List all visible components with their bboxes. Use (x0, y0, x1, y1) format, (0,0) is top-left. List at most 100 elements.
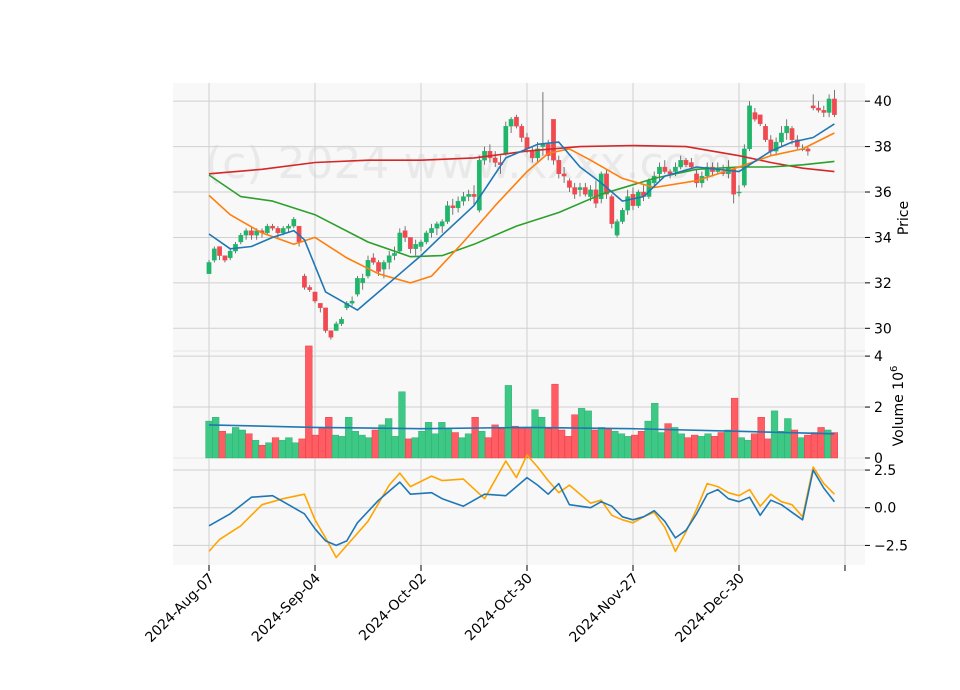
volume-bar (744, 439, 752, 459)
candle-body (503, 126, 509, 154)
volume-bar (258, 445, 266, 459)
volume-bar (351, 431, 359, 459)
candle-body (413, 244, 419, 249)
osc-y-tick-label: 2.5 (874, 463, 896, 479)
candle-body (286, 225, 291, 229)
candle-body (381, 262, 387, 270)
volume-axis-label: Volume 106 (889, 366, 907, 447)
volume-bar (431, 433, 439, 459)
volume-bar (511, 425, 519, 459)
candle-body (339, 319, 344, 324)
volume-bar (411, 437, 419, 459)
volume-bar (784, 418, 792, 459)
volume-bar (711, 436, 719, 459)
candle-body (747, 105, 752, 150)
volume-bar (724, 429, 732, 459)
candle-body (514, 116, 519, 127)
candle-body (683, 160, 689, 165)
candle-body (620, 210, 625, 222)
volume-bar (817, 427, 825, 459)
volume-bar (830, 432, 839, 459)
volume-bar (597, 427, 606, 459)
volume-bar (265, 442, 273, 459)
candle-body (826, 98, 832, 113)
candle-body (349, 300, 355, 304)
candle-body (243, 230, 249, 236)
volume-y-tick-label: 2 (874, 400, 883, 416)
volume-bar (764, 438, 772, 459)
volume-bar (531, 409, 539, 459)
volume-bar (684, 437, 692, 459)
price-y-tick-label: 40 (874, 94, 892, 110)
candle-body (450, 205, 456, 209)
volume-bar (770, 410, 779, 459)
volume-bar (804, 434, 812, 459)
volume-bar (491, 424, 499, 459)
candle-body (317, 303, 323, 308)
volume-bar (518, 427, 526, 459)
volume-bar (271, 437, 280, 459)
candle-body (625, 196, 631, 211)
volume-axis-label-text: Volume 10 (891, 372, 907, 446)
volume-bar (750, 433, 759, 459)
volume-bar (205, 420, 213, 459)
candle-body (673, 166, 678, 172)
volume-bar (298, 438, 306, 459)
candle-body (487, 150, 493, 159)
volume-bar (444, 428, 453, 459)
candle-body (355, 278, 360, 295)
volume-bar (591, 429, 599, 459)
volume-bar (331, 434, 340, 459)
candle-body (662, 166, 668, 172)
candle-body (206, 262, 212, 274)
x-tick-label: 2024-Nov-27 (567, 571, 642, 646)
volume-bar (544, 428, 552, 459)
candle-body (779, 132, 784, 143)
volume-bar (810, 432, 819, 459)
volume-y-tick-label: 4 (874, 349, 883, 365)
volume-bar (651, 403, 659, 459)
candle-body (376, 262, 381, 272)
volume-bar (637, 431, 646, 459)
candle-body (439, 221, 445, 227)
price-y-tick-label: 36 (874, 185, 892, 201)
volume-bar (404, 438, 413, 459)
volume-bar (737, 437, 745, 459)
candle-body (492, 157, 498, 163)
candle-body (731, 169, 737, 195)
volume-bar (385, 418, 393, 459)
candle-body (821, 110, 827, 113)
candle-body (238, 235, 244, 243)
candle-body (418, 241, 424, 247)
candle-body (529, 150, 535, 159)
volume-bar (338, 436, 346, 459)
candle-body (360, 278, 366, 284)
candle-body (275, 228, 281, 234)
candle-body (445, 205, 450, 222)
candle-body (577, 187, 583, 190)
volume-bar (232, 427, 240, 459)
x-tick-label: 2024-Dec-30 (672, 571, 747, 646)
volume-bar (631, 434, 639, 459)
candle-body (328, 330, 334, 338)
stock-chart-figure: (c) 2024 www.xxxx.com 2024-Aug-07 2024-Se… (142, 83, 912, 646)
candle-body (508, 119, 514, 127)
candle-body (466, 194, 472, 197)
candle-body (264, 225, 270, 234)
candle-body (657, 166, 662, 174)
x-tick-label: 2024-Oct-02 (356, 571, 430, 645)
volume-bar (391, 436, 399, 459)
price-y-tick-label: 38 (874, 140, 892, 156)
candle-body (604, 173, 609, 195)
volume-bar (697, 436, 705, 459)
volume-bar (471, 417, 479, 459)
candle-body (402, 230, 408, 238)
volume-bar (285, 437, 293, 459)
candle-body (461, 196, 466, 202)
x-tick-label: 2024-Oct-30 (462, 571, 536, 645)
candle-body (556, 160, 562, 174)
osc-y-tick-label: −2.5 (874, 538, 908, 554)
candle-body (678, 160, 684, 168)
candle-body (370, 257, 376, 263)
candle-body (434, 223, 440, 229)
